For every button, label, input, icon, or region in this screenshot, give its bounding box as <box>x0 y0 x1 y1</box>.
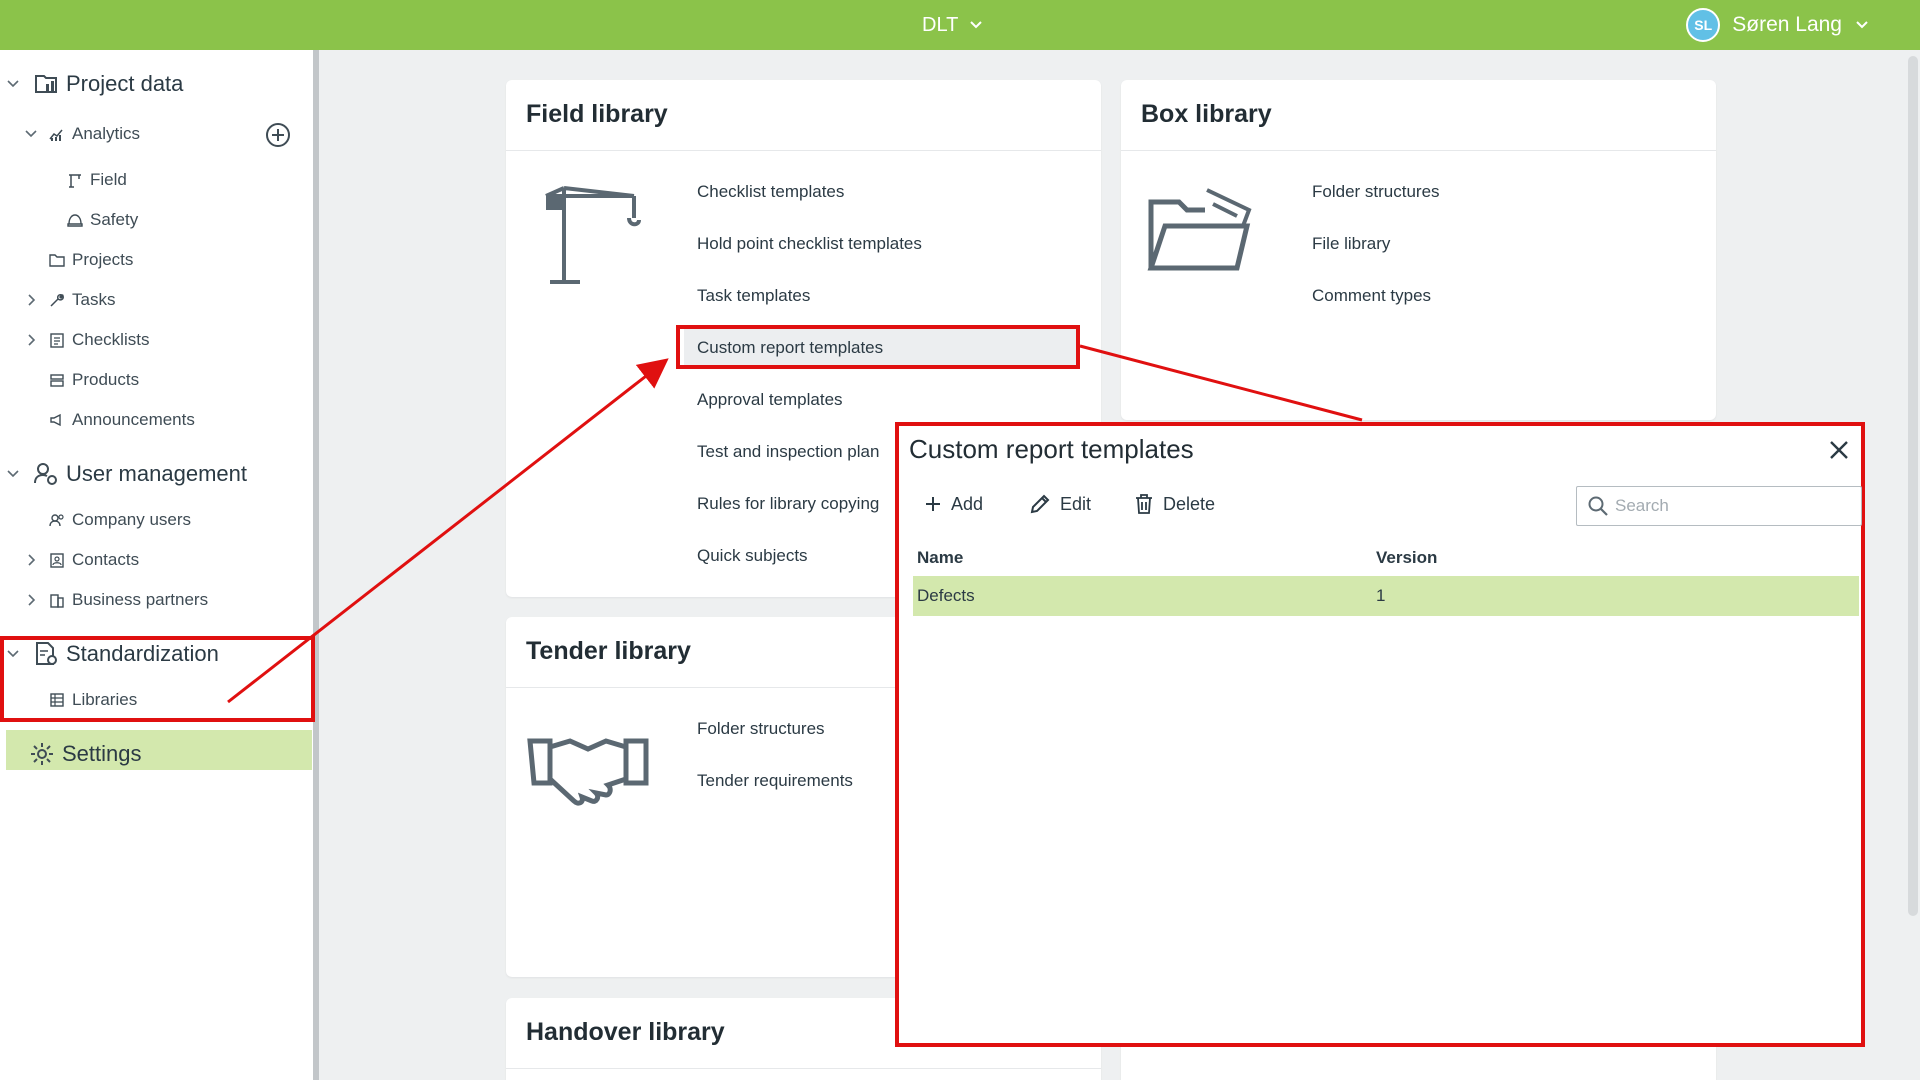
arrow-link-to-dialog <box>1079 344 1363 422</box>
arrow-libraries-to-link <box>227 358 669 704</box>
annotation-arrows <box>227 344 1363 704</box>
